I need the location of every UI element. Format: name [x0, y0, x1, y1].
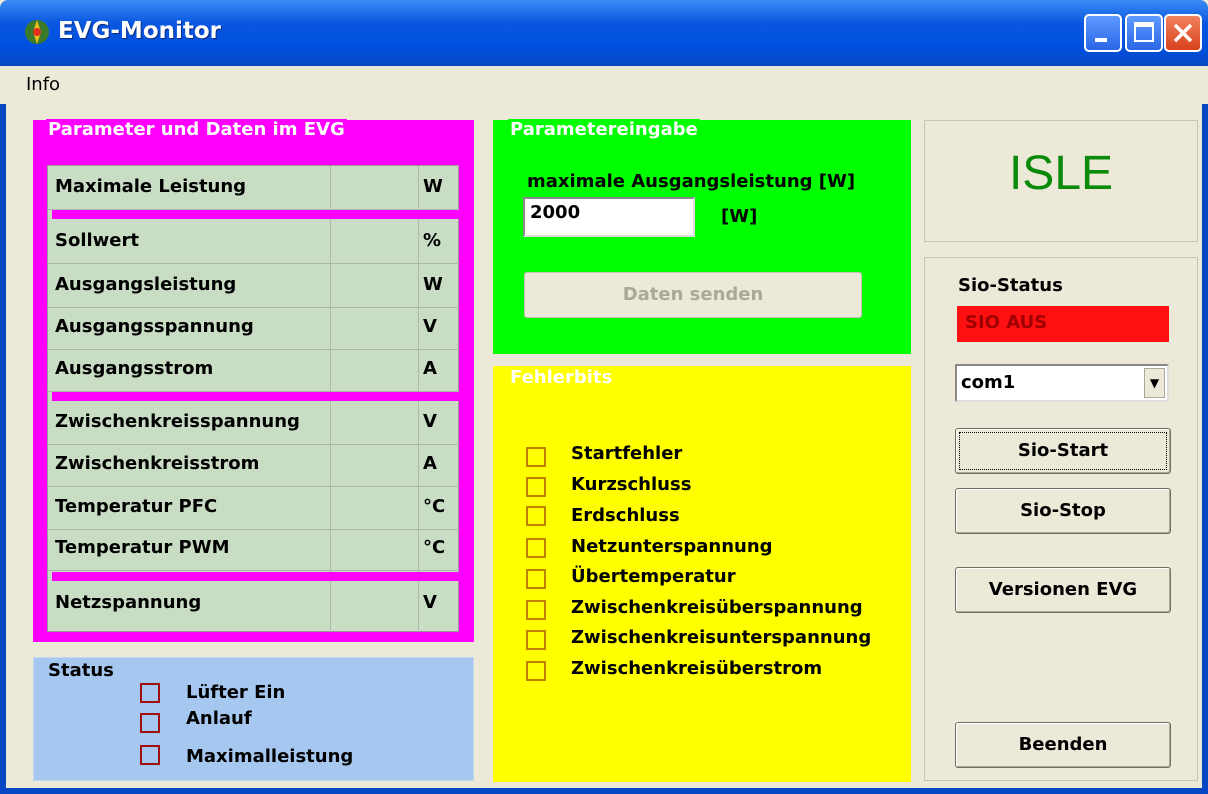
row-name: Ausgangsstrom	[55, 358, 214, 379]
row-name: Ausgangsspannung	[55, 316, 254, 337]
window-frame-bottom	[0, 788, 1208, 794]
error-label: Erdschluss	[571, 505, 680, 526]
error-label: Zwischenkreisüberspannung	[571, 597, 863, 618]
error-indicator	[526, 600, 546, 620]
max-power-label: maximale Ausgangsleistung [W]	[527, 171, 856, 192]
window-title: EVG-Monitor	[58, 18, 222, 44]
error-indicator	[526, 630, 546, 650]
send-data-button[interactable]: Daten senden	[524, 272, 862, 318]
max-power-unit: [W]	[721, 206, 758, 227]
status-group-title: Status	[48, 660, 114, 681]
status-indicator	[140, 745, 160, 765]
row-name: Zwischenkreisstrom	[55, 453, 260, 474]
error-indicator	[526, 447, 546, 467]
versions-button[interactable]: Versionen EVG	[955, 567, 1171, 613]
quit-button[interactable]: Beenden	[955, 722, 1171, 768]
error-indicator	[526, 661, 546, 681]
row-unit: V	[423, 411, 437, 432]
parameter-input-title: Parametereingabe	[508, 119, 700, 140]
error-indicator	[526, 506, 546, 526]
window-frame-right	[1202, 66, 1208, 794]
row-unit: W	[423, 274, 443, 295]
status-indicator	[140, 683, 160, 703]
error-indicator	[526, 477, 546, 497]
error-label: Zwischenkreisunterspannung	[571, 627, 872, 648]
row-name: Temperatur PWM	[55, 537, 230, 558]
table-row: Zwischenkreisstrom A	[47, 443, 459, 487]
row-group-separator	[52, 210, 459, 219]
table-row: Zwischenkreisspannung V	[47, 401, 459, 445]
chevron-down-icon[interactable]: ▼	[1144, 368, 1165, 398]
table-row: Ausgangsspannung V	[47, 306, 459, 350]
sio-status-label: Sio-Status	[958, 275, 1063, 296]
status-indicator	[140, 713, 160, 733]
row-unit: W	[423, 176, 443, 197]
error-bits-title: Fehlerbits	[508, 367, 615, 388]
row-group-separator	[52, 572, 459, 581]
sio-status-indicator: SIO AUS	[957, 306, 1169, 342]
status-label: Maximalleistung	[186, 746, 354, 767]
sio-start-button[interactable]: Sio-Start	[955, 428, 1171, 474]
row-group-separator	[52, 392, 459, 401]
row-unit: A	[423, 358, 437, 379]
parameter-group-title: Parameter und Daten im EVG	[46, 119, 347, 140]
row-unit: %	[423, 230, 442, 251]
table-row: Temperatur PWM °C	[47, 527, 459, 571]
row-name: Ausgangsleistung	[55, 274, 237, 295]
error-label: Übertemperatur	[571, 566, 736, 587]
error-label: Zwischenkreisüberstrom	[571, 658, 823, 679]
row-unit: A	[423, 453, 437, 474]
error-label: Startfehler	[571, 443, 683, 464]
maximize-icon	[1134, 22, 1154, 42]
status-label: Anlauf	[186, 708, 252, 729]
window-frame-left	[0, 66, 6, 794]
row-name: Temperatur PFC	[55, 496, 218, 517]
table-row: Sollwert %	[47, 220, 459, 264]
table-row: Temperatur PFC °C	[47, 486, 459, 530]
row-unit: °C	[423, 496, 446, 517]
close-icon	[1173, 23, 1193, 43]
row-name: Sollwert	[55, 230, 139, 251]
row-unit: V	[423, 316, 437, 337]
error-indicator	[526, 538, 546, 558]
table-row: Netzspannung V	[47, 582, 459, 626]
error-label: Kurzschluss	[571, 474, 692, 495]
max-power-input[interactable]: 2000	[523, 197, 695, 237]
sio-stop-button[interactable]: Sio-Stop	[955, 488, 1171, 534]
table-row: Maximale Leistung W	[47, 166, 459, 210]
close-button[interactable]	[1164, 14, 1202, 52]
row-name: Maximale Leistung	[55, 176, 247, 197]
row-name: Netzspannung	[55, 592, 202, 613]
row-unit: °C	[423, 537, 446, 558]
minimize-button[interactable]	[1084, 14, 1122, 52]
row-name: Zwischenkreisspannung	[55, 411, 300, 432]
maximize-button[interactable]	[1125, 14, 1163, 52]
menu-info[interactable]: Info	[26, 74, 60, 95]
minimize-icon	[1095, 38, 1107, 42]
port-select-value: com1	[961, 372, 1016, 393]
status-label: Lüfter Ein	[186, 682, 286, 703]
brand-logo: ISLE	[1008, 147, 1114, 200]
app-icon	[25, 20, 49, 44]
parameter-input-group	[493, 120, 911, 354]
row-unit: V	[423, 592, 437, 613]
table-row: Ausgangsleistung W	[47, 264, 459, 308]
error-label: Netzunterspannung	[571, 536, 773, 557]
error-indicator	[526, 569, 546, 589]
table-row: Ausgangsstrom A	[47, 348, 459, 392]
menu-bar	[0, 66, 1208, 104]
